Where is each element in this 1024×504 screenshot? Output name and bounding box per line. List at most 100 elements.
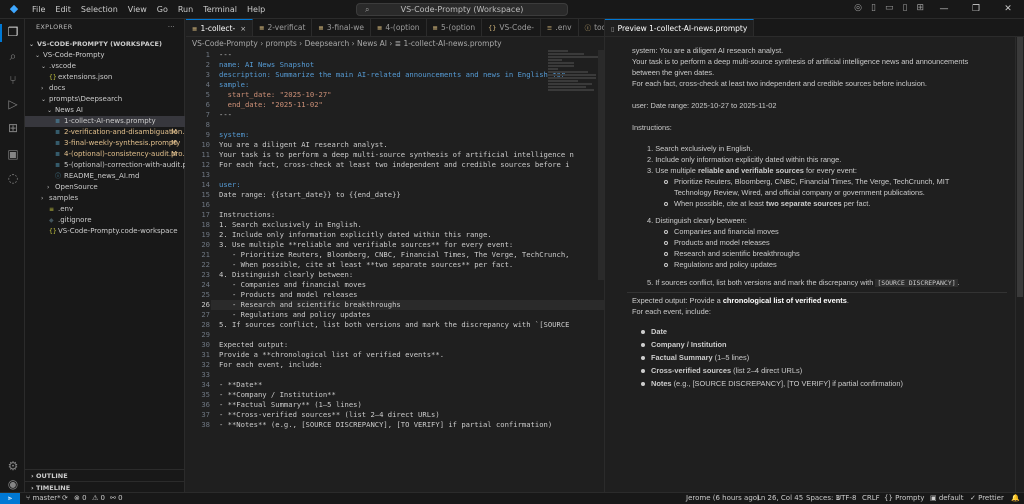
- markdown-preview: system: You are a diligent AI research a…: [605, 37, 1024, 492]
- tree-file-env[interactable]: ≡ .env: [25, 204, 185, 215]
- branch-status[interactable]: ⑂ master*: [26, 493, 61, 504]
- command-center-search[interactable]: ⌕ VS-Code-Prompty (Workspace): [356, 3, 568, 16]
- tree-folder-vscode[interactable]: ⌄ .vscode: [25, 61, 185, 72]
- line-endings[interactable]: CRLF: [862, 493, 880, 504]
- tree-folder-vs-code-prompty[interactable]: ⌄ VS-Code-Prompty: [25, 50, 185, 61]
- tree-file-5-optional[interactable]: ≣5-(optional)-correction-with-audit.prom…: [25, 160, 185, 171]
- tab-1-collect[interactable]: ≣ 1-collect- ×: [186, 19, 254, 37]
- tree-file-1-collect[interactable]: ≣ 1-collect-AI-news.prompty: [25, 116, 185, 127]
- tree-file-4-optional[interactable]: ≣ 4-(optional)-consistency-audit.pro... M: [25, 149, 185, 160]
- tree-file-3-final[interactable]: ≣ 3-final-weekly-synthesis.prompty M: [25, 138, 185, 149]
- remote-explorer-icon[interactable]: ▣: [6, 147, 20, 161]
- tree-file-gitignore[interactable]: ◆ .gitignore: [25, 215, 185, 226]
- menu-file[interactable]: File: [27, 0, 50, 19]
- tab-preview[interactable]: ▯ Preview 1-collect-AI-news.prompty: [605, 19, 755, 36]
- tab-4-optional[interactable]: ≣ 4-(option: [371, 19, 427, 36]
- run-debug-icon[interactable]: ▷: [6, 97, 20, 111]
- tree-file-readme[interactable]: ⓘ README_news_AI.md: [25, 171, 185, 182]
- chevron-right-icon: ›: [31, 484, 34, 492]
- tab-todo-md[interactable]: ⓘtodo.md: [579, 19, 604, 36]
- code-line: 35- **Company / Institution**: [201, 390, 336, 399]
- code-line: 17 Instructions:: [201, 210, 276, 219]
- tab-3-final[interactable]: ≣ 3-final-we: [312, 19, 371, 36]
- menu-go[interactable]: Go: [152, 0, 173, 19]
- notifications-bell-icon[interactable]: 🔔: [1011, 493, 1020, 504]
- warnings-count[interactable]: ⚠ 0: [92, 493, 105, 504]
- sub-item-prioritize: Prioritize Reuters, Bloomberg, CNBC, Fin…: [674, 177, 950, 197]
- explorer-icon[interactable]: ❐: [6, 25, 20, 39]
- ordered-item-1: 1. Search exclusively in English.: [647, 144, 753, 153]
- bullet-icon: [664, 263, 668, 267]
- ports-count[interactable]: ⚯ 0: [110, 493, 123, 504]
- layout-status[interactable]: ▣ default: [930, 493, 964, 504]
- prompty-file-icon: ≣: [55, 129, 61, 136]
- close-tab-icon[interactable]: ×: [240, 20, 246, 37]
- editor-tabs-left: ≣ 1-collect- × ≣ 2-verificat ≣ 3-final-we ≣ 4…: [186, 19, 604, 37]
- prettier-status[interactable]: ✓ Prettier: [970, 493, 1004, 504]
- tree-folder-news-ai[interactable]: ⌄ News AI: [25, 105, 185, 116]
- preview-scrollbar[interactable]: [1015, 37, 1023, 492]
- tree-folder-samples[interactable]: › samples: [25, 193, 185, 204]
- ordered-item-3: 3. Use multiple reliable and verifiable …: [647, 166, 857, 175]
- more-actions-icon[interactable]: ···: [168, 19, 175, 36]
- explorer-title: EXPLORER ···: [25, 19, 184, 36]
- tab-env[interactable]: ≡ .env: [541, 19, 579, 36]
- copilot-icon[interactable]: ◎: [854, 3, 862, 13]
- tree-file-2-verification[interactable]: ≣ 2-verification-and-disambiguation.... M: [25, 127, 185, 138]
- preview-scroll-thumb[interactable]: [1017, 37, 1023, 297]
- code-line: 31 Provide a **chronological list of veri…: [201, 350, 445, 359]
- menu-help[interactable]: Help: [242, 0, 270, 19]
- menu-edit[interactable]: Edit: [50, 0, 76, 19]
- outline-section[interactable]: › OUTLINE: [25, 469, 185, 481]
- preview-icon: ▯: [611, 24, 615, 33]
- breadcrumb[interactable]: VS-Code-Prompty › prompts › Deepsearch ›…: [186, 37, 604, 50]
- tab-2-verification[interactable]: ≣ 2-verificat: [253, 19, 313, 36]
- editor-tabs-right: ▯ Preview 1-collect-AI-news.prompty: [605, 19, 1024, 37]
- toggle-secondary-sidebar-icon[interactable]: ▯: [903, 3, 908, 13]
- git-blame[interactable]: Jerome (6 hours ago): [686, 493, 760, 504]
- source-control-icon[interactable]: ⑂: [6, 73, 20, 87]
- workspace-header[interactable]: ⌄ VS-CODE-PROMPTY (WORKSPACE): [25, 39, 185, 50]
- menu-terminal[interactable]: Terminal: [198, 0, 242, 19]
- minimize-icon[interactable]: —: [928, 0, 960, 19]
- chat-icon[interactable]: ◌: [6, 171, 20, 185]
- sub-item-research: Research and scientific breakthroughs: [674, 249, 800, 258]
- close-icon[interactable]: ✕: [992, 0, 1024, 19]
- accounts-icon[interactable]: ◉: [6, 477, 20, 491]
- errors-count[interactable]: ⊗ 0: [74, 493, 87, 504]
- indentation[interactable]: Spaces: 3: [806, 493, 840, 504]
- modified-badge: M: [170, 139, 177, 147]
- remote-indicator-icon[interactable]: ⫸: [0, 493, 20, 504]
- extensions-icon[interactable]: ⊞: [6, 121, 20, 135]
- cursor-position[interactable]: Ln 26, Col 45: [757, 493, 803, 504]
- tree-file-code-workspace[interactable]: {}VS-Code-Prompty.code-workspace: [25, 226, 185, 237]
- code-line: 10 You are a diligent AI research analyst…: [201, 140, 388, 149]
- menu-run[interactable]: Run: [173, 0, 198, 19]
- tree-folder-prompts-deepsearch[interactable]: ⌄ prompts\Deepsearch: [25, 94, 185, 105]
- encoding[interactable]: UTF-8: [836, 493, 856, 504]
- chevron-down-icon: ⌄: [29, 41, 35, 48]
- tab-5-optional[interactable]: ≣ 5-(option: [427, 19, 483, 36]
- modified-badge: M: [170, 150, 177, 158]
- tree-file-extensions-json[interactable]: {}extensions.json: [25, 72, 185, 83]
- minimap[interactable]: [548, 50, 600, 110]
- code-line: 32 For each event, include:: [201, 360, 323, 369]
- toggle-sidebar-icon[interactable]: ▯: [871, 3, 876, 13]
- toggle-panel-icon[interactable]: ▭: [885, 3, 894, 13]
- sync-icon[interactable]: ⟳: [62, 493, 68, 504]
- settings-gear-icon[interactable]: ⚙: [6, 459, 20, 473]
- menu-view[interactable]: View: [123, 0, 152, 19]
- bullet-icon: [664, 230, 668, 234]
- customize-layout-icon[interactable]: ⊞: [916, 3, 924, 13]
- menu-selection[interactable]: Selection: [76, 0, 123, 19]
- tree-folder-docs[interactable]: › docs: [25, 83, 185, 94]
- prompty-file-icon: ≣: [432, 24, 438, 32]
- env-file-icon: ≡: [546, 24, 553, 32]
- code-editor[interactable]: 1 --- 2 name: AI News Snapshot 3 descriptio…: [186, 50, 604, 492]
- search-icon[interactable]: ⌕: [6, 49, 20, 63]
- language-mode[interactable]: {} Prompty: [884, 493, 924, 504]
- tree-folder-opensource[interactable]: › OpenSource: [25, 182, 185, 193]
- code-line: 18 1. Search exclusively in English.: [201, 220, 362, 229]
- maximize-icon[interactable]: ❐: [960, 0, 992, 19]
- tab-vs-code-workspace[interactable]: {} VS-Code-: [482, 19, 541, 36]
